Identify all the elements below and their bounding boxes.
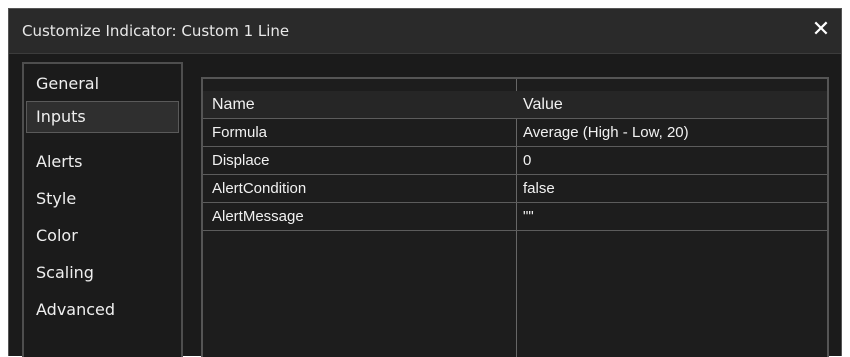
column-header-value[interactable]: Value (523, 91, 821, 118)
settings-sidebar: General Inputs Alerts Style Color Scalin… (22, 62, 183, 357)
dialog-titlebar: Customize Indicator: Custom 1 Line ✕ (9, 9, 841, 54)
inputs-table: Name Value Formula Average (High - Low, … (201, 77, 829, 357)
sidebar-item-color[interactable]: Color (26, 220, 179, 252)
input-name: Formula (212, 124, 268, 141)
sidebar-item-scaling[interactable]: Scaling (26, 257, 179, 289)
table-row-alert-condition[interactable]: AlertCondition false (203, 175, 827, 203)
sidebar-item-alerts[interactable]: Alerts (26, 146, 179, 178)
input-name: Displace (212, 152, 270, 169)
dialog-title: Customize Indicator: Custom 1 Line (22, 22, 290, 40)
input-value[interactable]: 0 (523, 147, 821, 174)
input-name: AlertCondition (212, 180, 307, 197)
sidebar-item-inputs[interactable]: Inputs (26, 101, 179, 133)
table-header-row: Name Value (203, 91, 827, 119)
input-value[interactable]: Average (High - Low, 20) (523, 119, 821, 146)
column-header-name[interactable]: Name (212, 91, 512, 118)
sidebar-item-style[interactable]: Style (26, 183, 179, 215)
close-icon[interactable]: ✕ (807, 16, 835, 44)
table-row-formula[interactable]: Formula Average (High - Low, 20) (203, 119, 827, 147)
input-name: AlertMessage (212, 208, 304, 225)
input-value[interactable]: "" (523, 203, 821, 230)
table-row-alert-message[interactable]: AlertMessage "" (203, 203, 827, 231)
table-row-displace[interactable]: Displace 0 (203, 147, 827, 175)
sidebar-item-advanced[interactable]: Advanced (26, 294, 179, 326)
sidebar-item-general[interactable]: General (26, 68, 179, 100)
input-value[interactable]: false (523, 175, 821, 202)
customize-indicator-dialog: Customize Indicator: Custom 1 Line ✕ Gen… (8, 8, 842, 357)
